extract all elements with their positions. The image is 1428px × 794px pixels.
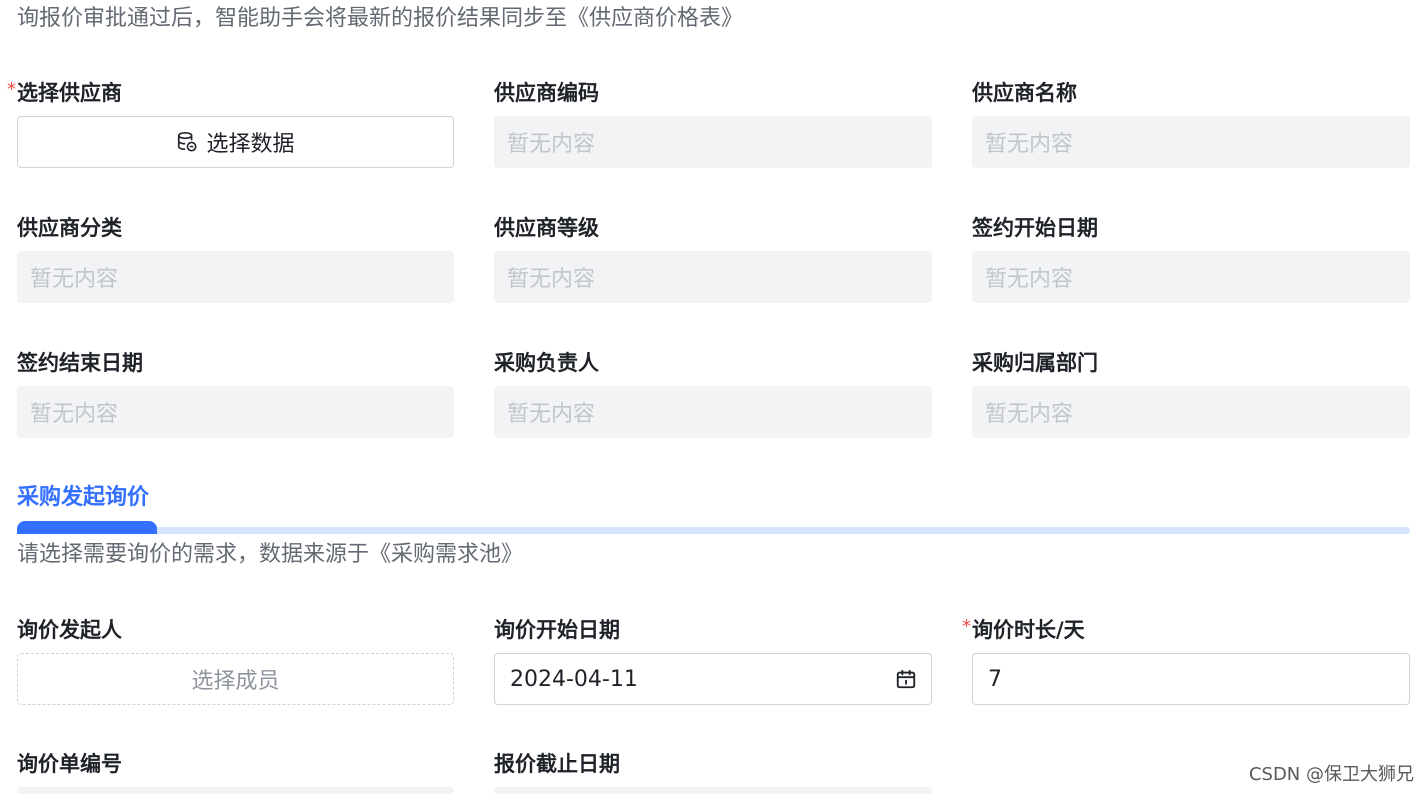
purchase-dept-label: 采购归属部门 [972,351,1098,375]
contract-start-label: 签约开始日期 [972,216,1098,240]
supplier-name-label: 供应商名称 [972,81,1077,105]
section-divider-accent [17,521,157,534]
section-title-inquiry: 采购发起询价 [17,485,150,510]
required-mark: * [7,79,16,100]
inquiry-order-no-label: 询价单编号 [17,752,122,776]
purchase-owner-field: 暂无内容 [494,386,932,438]
supplier-level-label: 供应商等级 [494,216,599,240]
inquiry-duration-input[interactable]: 7 [972,653,1410,705]
select-supplier-label-text: 选择供应商 [17,81,122,105]
quote-deadline-label: 报价截止日期 [494,752,620,776]
supplier-code-field: 暂无内容 [494,116,932,168]
inquiry-start-date-picker[interactable]: 2024-04-11 [494,653,932,705]
supplier-category-label: 供应商分类 [17,216,122,240]
supplier-code-value: 暂无内容 [507,132,596,157]
contract-end-value: 暂无内容 [30,402,119,427]
inquiry-duration-label-text: 询价时长/天 [972,618,1085,642]
inquiry-duration-label: * 询价时长/天 [962,615,1085,645]
required-mark: * [962,616,971,637]
supplier-category-value: 暂无内容 [30,267,119,292]
inquiry-order-no-field [17,787,454,794]
purchase-owner-value: 暂无内容 [507,402,596,427]
supplier-code-label: 供应商编码 [494,81,599,105]
database-icon [178,132,198,152]
contract-end-label: 签约结束日期 [17,351,143,375]
calendar-icon[interactable] [895,668,917,690]
inquiry-start-date-label: 询价开始日期 [494,618,620,642]
select-supplier-label: * 选择供应商 [7,78,122,108]
select-data-button[interactable]: 选择数据 [17,116,454,168]
watermark: CSDN @保卫大狮兄 [1248,764,1414,785]
inquiry-initiator-label: 询价发起人 [17,618,122,642]
inquiry-start-date-value: 2024-04-11 [510,666,638,692]
form-intro-text: 询报价审批通过后，智能助手会将最新的报价结果同步至《供应商价格表》 [17,6,744,31]
select-member-button[interactable]: 选择成员 [17,653,454,705]
select-data-label: 选择数据 [206,132,295,157]
purchase-owner-label: 采购负责人 [494,351,599,375]
supplier-category-field: 暂无内容 [17,251,454,303]
contract-end-field: 暂无内容 [17,386,454,438]
contract-start-field: 暂无内容 [972,251,1410,303]
quote-deadline-field [494,787,932,794]
supplier-name-value: 暂无内容 [985,132,1074,157]
purchase-dept-value: 暂无内容 [985,402,1074,427]
select-member-placeholder: 选择成员 [191,669,280,694]
inquiry-duration-value: 7 [988,666,1002,692]
contract-start-value: 暂无内容 [985,267,1074,292]
section-divider [17,527,1410,534]
supplier-name-field: 暂无内容 [972,116,1410,168]
supplier-level-field: 暂无内容 [494,251,932,303]
supplier-level-value: 暂无内容 [507,267,596,292]
purchase-dept-field: 暂无内容 [972,386,1410,438]
section-description: 请选择需要询价的需求，数据来源于《采购需求池》 [17,542,524,567]
